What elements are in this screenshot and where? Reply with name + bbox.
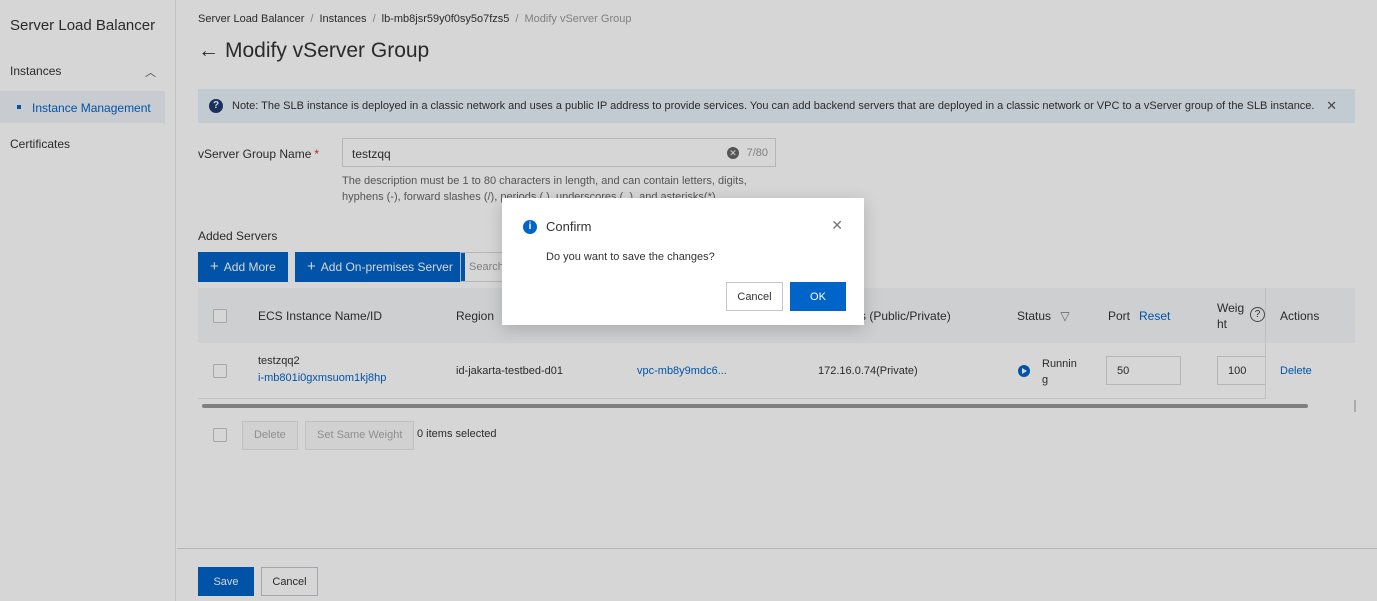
- confirm-dialog: i Confirm ✕ Do you want to save the chan…: [502, 198, 864, 325]
- dialog-title: Confirm: [546, 219, 592, 234]
- dialog-message: Do you want to save the changes?: [546, 251, 715, 263]
- close-icon[interactable]: ✕: [831, 217, 843, 234]
- dialog-ok-button[interactable]: OK: [790, 282, 846, 311]
- dialog-cancel-button[interactable]: Cancel: [726, 282, 783, 311]
- info-icon: i: [523, 220, 537, 234]
